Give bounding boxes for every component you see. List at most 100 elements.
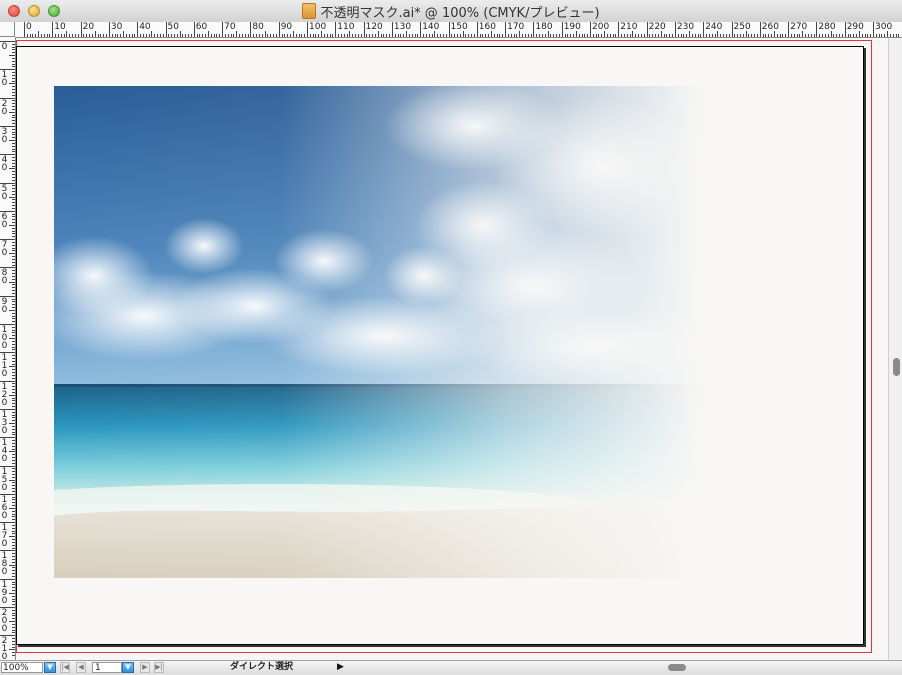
ruler-tick bbox=[12, 457, 15, 458]
ruler-tick bbox=[55, 34, 57, 37]
ruler-tick bbox=[629, 34, 631, 37]
ruler-tick bbox=[199, 34, 201, 37]
first-artboard-button[interactable]: |◀ bbox=[60, 662, 70, 673]
ruler-tick bbox=[12, 307, 15, 309]
ruler-tick bbox=[12, 598, 15, 600]
ruler-tick bbox=[417, 34, 419, 37]
ruler-tick bbox=[12, 227, 15, 229]
ruler-label: 50 bbox=[1, 183, 8, 202]
horizontal-ruler[interactable]: 0 10 20 30 40 50 60 70 80 90 100 110 120 130 140 150 160… bbox=[15, 22, 902, 38]
ruler-tick bbox=[9, 451, 15, 453]
ruler-tick bbox=[9, 479, 15, 481]
ruler-tick bbox=[165, 22, 167, 37]
current-tool-label: ダイレクト選択 bbox=[230, 662, 294, 672]
ruler-tick bbox=[374, 34, 376, 37]
ruler-tick bbox=[558, 34, 560, 37]
ruler-tick bbox=[530, 34, 532, 37]
ruler-tick bbox=[12, 52, 15, 54]
ruler-tick bbox=[895, 34, 897, 37]
ruler-tick bbox=[12, 400, 15, 402]
ruler-tick bbox=[12, 222, 15, 224]
ruler-tick bbox=[12, 513, 15, 515]
ruler-tick bbox=[12, 247, 15, 249]
ruler-tick bbox=[12, 488, 15, 490]
ruler-origin-corner[interactable] bbox=[0, 22, 15, 37]
ruler-tick bbox=[536, 34, 538, 37]
ruler-tick bbox=[46, 34, 48, 37]
ruler-tick bbox=[833, 34, 835, 37]
ruler-tick bbox=[864, 34, 866, 37]
ruler-tick bbox=[12, 386, 15, 388]
ruler-tick bbox=[12, 120, 15, 122]
ruler-tick bbox=[12, 544, 15, 546]
ruler-tick bbox=[35, 34, 37, 37]
previous-artboard-button[interactable]: ◀ bbox=[76, 662, 86, 673]
ruler-tick bbox=[213, 34, 215, 37]
ruler-tick bbox=[785, 34, 787, 37]
ruler-tick bbox=[157, 34, 158, 37]
horizontal-scroll-thumb[interactable] bbox=[668, 664, 686, 671]
ruler-label: 210 bbox=[620, 22, 638, 32]
artboard[interactable] bbox=[16, 46, 864, 645]
ruler-tick bbox=[898, 34, 900, 37]
ruler-tick bbox=[97, 34, 99, 37]
ruler-tick bbox=[128, 34, 130, 37]
ruler-label: 50 bbox=[167, 22, 179, 32]
ruler-tick bbox=[431, 34, 433, 37]
ruler-tick bbox=[476, 22, 478, 37]
ruler-tick bbox=[12, 49, 15, 51]
ruler-tick bbox=[728, 34, 730, 37]
ruler-tick bbox=[437, 34, 439, 37]
ruler-tick bbox=[788, 22, 790, 37]
masked-beach-photo[interactable] bbox=[54, 86, 704, 578]
ruler-tick bbox=[867, 34, 869, 37]
artboard-number-field[interactable]: 1 bbox=[92, 662, 122, 673]
ruler-tick bbox=[205, 34, 207, 37]
ruler-tick bbox=[12, 335, 15, 337]
ruler-label: 130 bbox=[393, 22, 412, 32]
ruler-tick bbox=[12, 623, 15, 625]
status-menu-arrow-icon[interactable]: ▶ bbox=[337, 662, 344, 673]
ruler-tick bbox=[12, 609, 15, 611]
horizontal-scrollbar[interactable] bbox=[350, 662, 887, 673]
vertical-scrollbar[interactable] bbox=[888, 38, 902, 660]
ruler-tick bbox=[318, 34, 320, 37]
ruler-tick bbox=[524, 34, 526, 37]
ruler-tick bbox=[12, 207, 15, 209]
zoom-level-field[interactable]: 100% bbox=[1, 662, 43, 673]
ruler-tick bbox=[12, 459, 15, 461]
ruler-label: 270 bbox=[790, 22, 808, 32]
ruler-tick bbox=[352, 34, 354, 37]
zoom-dropdown-button[interactable]: ▼ bbox=[44, 662, 56, 673]
ruler-tick bbox=[884, 34, 886, 37]
ruler-tick bbox=[12, 77, 15, 79]
ruler-tick bbox=[12, 43, 15, 45]
ruler-tick bbox=[12, 391, 15, 393]
ruler-tick bbox=[12, 646, 15, 648]
ruler-tick bbox=[779, 34, 781, 37]
artboard-dropdown-button[interactable]: ▼ bbox=[122, 662, 134, 673]
ruler-tick bbox=[80, 22, 82, 37]
document-canvas[interactable] bbox=[16, 38, 888, 660]
last-artboard-button[interactable]: ▶| bbox=[154, 662, 164, 673]
ruler-tick bbox=[12, 355, 15, 357]
vertical-scroll-thumb[interactable] bbox=[893, 358, 900, 376]
ruler-tick bbox=[219, 34, 221, 37]
ruler-tick bbox=[12, 485, 15, 487]
ruler-tick bbox=[12, 176, 15, 178]
next-artboard-button[interactable]: ▶ bbox=[140, 662, 150, 673]
ruler-tick bbox=[12, 63, 15, 65]
ruler-tick bbox=[298, 34, 300, 37]
ruler-tick bbox=[12, 403, 15, 405]
ruler-label: 100 bbox=[309, 22, 327, 32]
ruler-tick bbox=[12, 590, 15, 592]
ruler-tick bbox=[592, 34, 594, 37]
ruler-tick bbox=[12, 162, 15, 164]
ruler-tick bbox=[782, 34, 784, 37]
ruler-tick bbox=[731, 22, 733, 37]
ruler-tick bbox=[12, 244, 15, 246]
ruler-tick bbox=[714, 34, 716, 37]
vertical-ruler[interactable]: 0 10 20 30 40 50 60 70 80 90 100 110120130 140150160… bbox=[0, 37, 16, 660]
ruler-tick bbox=[12, 374, 15, 376]
ruler-tick bbox=[756, 34, 758, 37]
